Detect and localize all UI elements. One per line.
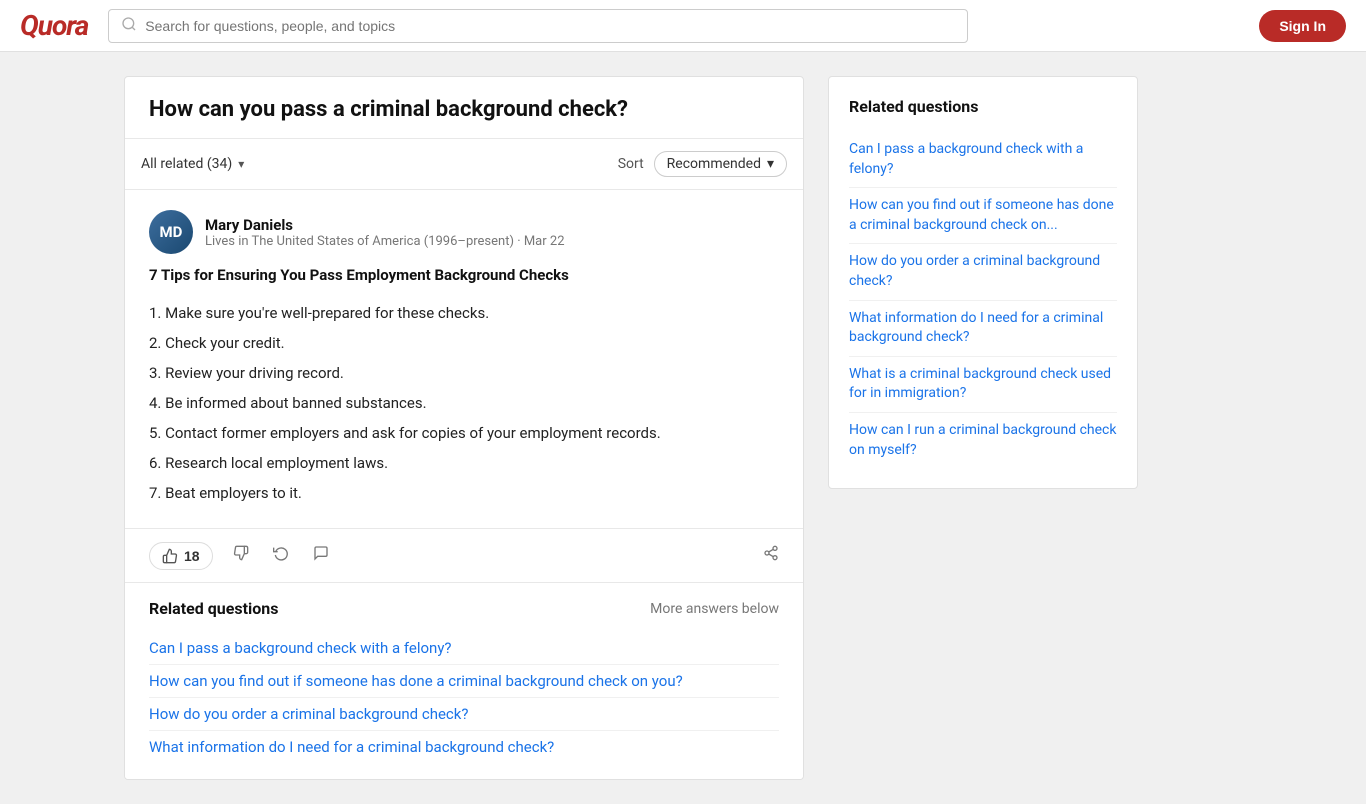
related-inline-links: Can I pass a background check with a fel… — [149, 632, 779, 763]
answer-list: 1. Make sure you're well-prepared for th… — [149, 298, 779, 508]
all-related-filter[interactable]: All related (34) ▾ — [141, 156, 244, 172]
comment-icon — [313, 545, 329, 561]
header-right: Sign In — [1259, 10, 1346, 42]
related-inline-header: Related questions More answers below — [149, 599, 779, 618]
related-inline-link[interactable]: Can I pass a background check with a fel… — [149, 632, 779, 665]
sort-area: Sort Recommended ▾ — [618, 151, 787, 177]
related-inline-link[interactable]: How can you find out if someone has done… — [149, 665, 779, 698]
sort-label: Sort — [618, 156, 644, 172]
question-title: How can you pass a criminal background c… — [149, 97, 779, 122]
downvote-button[interactable] — [229, 541, 253, 570]
list-item: 7. Beat employers to it. — [149, 478, 779, 508]
list-item: 3. Review your driving record. — [149, 358, 779, 388]
author-row: MD Mary Daniels Lives in The United Stat… — [149, 210, 779, 254]
list-item: 1. Make sure you're well-prepared for th… — [149, 298, 779, 328]
more-answers-label: More answers below — [650, 601, 779, 617]
chevron-down-icon: ▾ — [767, 156, 774, 172]
refresh-icon — [273, 545, 289, 561]
question-title-area: How can you pass a criminal background c… — [125, 77, 803, 139]
sidebar-related-link[interactable]: What information do I need for a crimina… — [849, 301, 1117, 357]
author-meta: Lives in The United States of America (1… — [205, 234, 565, 249]
upvote-button[interactable]: 18 — [149, 542, 213, 570]
list-item: 6. Research local employment laws. — [149, 448, 779, 478]
list-item: 5. Contact former employers and ask for … — [149, 418, 779, 448]
sidebar: Related questions Can I pass a backgroun… — [828, 76, 1138, 780]
author-name: Mary Daniels — [205, 216, 565, 234]
related-inline-section: Related questions More answers below Can… — [125, 583, 803, 779]
upvote-count: 18 — [184, 548, 200, 564]
upvote-icon — [162, 548, 178, 564]
list-item: 2. Check your credit. — [149, 328, 779, 358]
answer-card: MD Mary Daniels Lives in The United Stat… — [125, 190, 803, 529]
sidebar-related-link[interactable]: How do you order a criminal background c… — [849, 244, 1117, 300]
refresh-button[interactable] — [269, 541, 293, 570]
share-button[interactable] — [763, 545, 779, 566]
sidebar-links: Can I pass a background check with a fel… — [849, 132, 1117, 468]
quora-logo: Quora — [20, 9, 88, 42]
sidebar-related-link[interactable]: How can you find out if someone has done… — [849, 188, 1117, 244]
related-inline-link[interactable]: How do you order a criminal background c… — [149, 698, 779, 731]
search-icon — [121, 16, 137, 36]
avatar: MD — [149, 210, 193, 254]
sidebar-related-link[interactable]: What is a criminal background check used… — [849, 357, 1117, 413]
related-inline-link[interactable]: What information do I need for a crimina… — [149, 731, 779, 763]
author-info: Mary Daniels Lives in The United States … — [205, 216, 565, 249]
sort-dropdown-label: Recommended — [667, 156, 761, 172]
sign-in-button[interactable]: Sign In — [1259, 10, 1346, 42]
main-content: How can you pass a criminal background c… — [124, 76, 804, 780]
related-inline-title: Related questions — [149, 599, 278, 618]
header: Quora Sign In — [0, 0, 1366, 52]
sort-dropdown[interactable]: Recommended ▾ — [654, 151, 787, 177]
share-icon — [763, 545, 779, 561]
comment-button[interactable] — [309, 541, 333, 570]
sidebar-related-link[interactable]: How can I run a criminal background chec… — [849, 413, 1117, 468]
chevron-down-icon: ▾ — [238, 157, 244, 171]
filter-bar: All related (34) ▾ Sort Recommended ▾ — [125, 139, 803, 190]
page-container: How can you pass a criminal background c… — [108, 52, 1258, 804]
search-bar[interactable] — [108, 9, 968, 43]
list-item: 4. Be informed about banned substances. — [149, 388, 779, 418]
all-related-label: All related (34) — [141, 156, 232, 172]
action-bar: 18 — [125, 529, 803, 583]
avatar-initials: MD — [160, 223, 183, 241]
downvote-icon — [233, 545, 249, 561]
answer-heading: 7 Tips for Ensuring You Pass Employment … — [149, 266, 779, 284]
sidebar-card: Related questions Can I pass a backgroun… — [828, 76, 1138, 489]
sidebar-related-link[interactable]: Can I pass a background check with a fel… — [849, 132, 1117, 188]
search-input[interactable] — [145, 18, 955, 34]
question-card: How can you pass a criminal background c… — [124, 76, 804, 780]
sidebar-title: Related questions — [849, 97, 1117, 116]
